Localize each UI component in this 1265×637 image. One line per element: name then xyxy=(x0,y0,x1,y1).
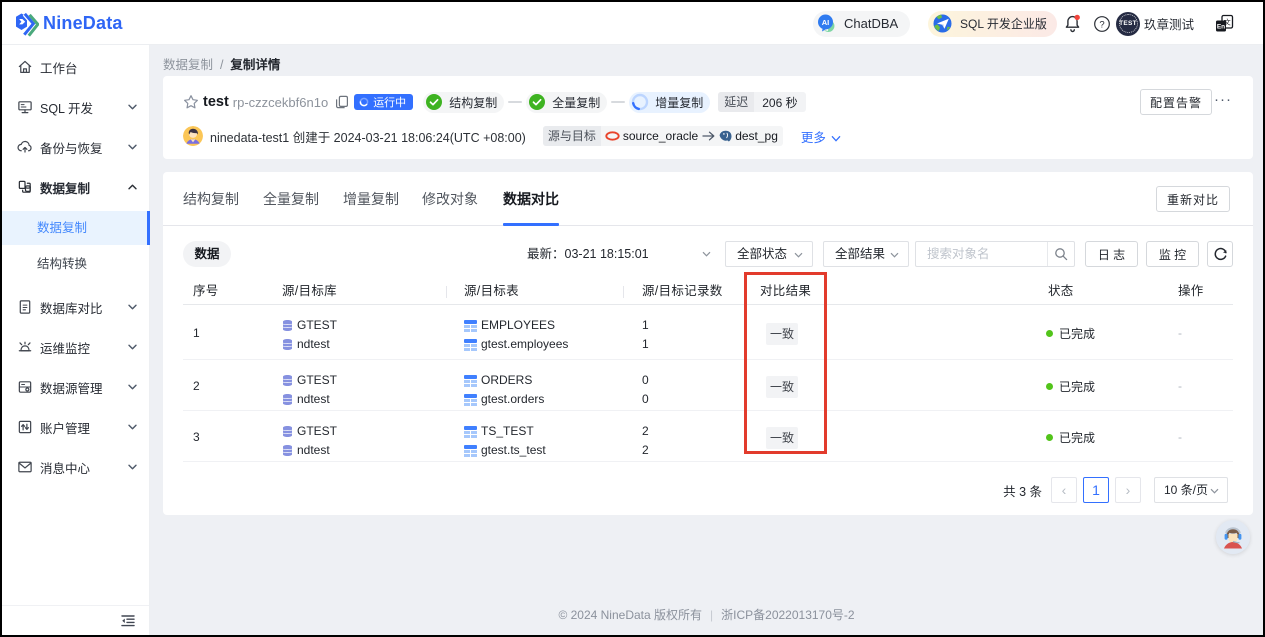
svg-text:AI: AI xyxy=(822,18,830,27)
svg-text:?: ? xyxy=(1099,19,1104,30)
svg-text:En: En xyxy=(1217,23,1225,30)
